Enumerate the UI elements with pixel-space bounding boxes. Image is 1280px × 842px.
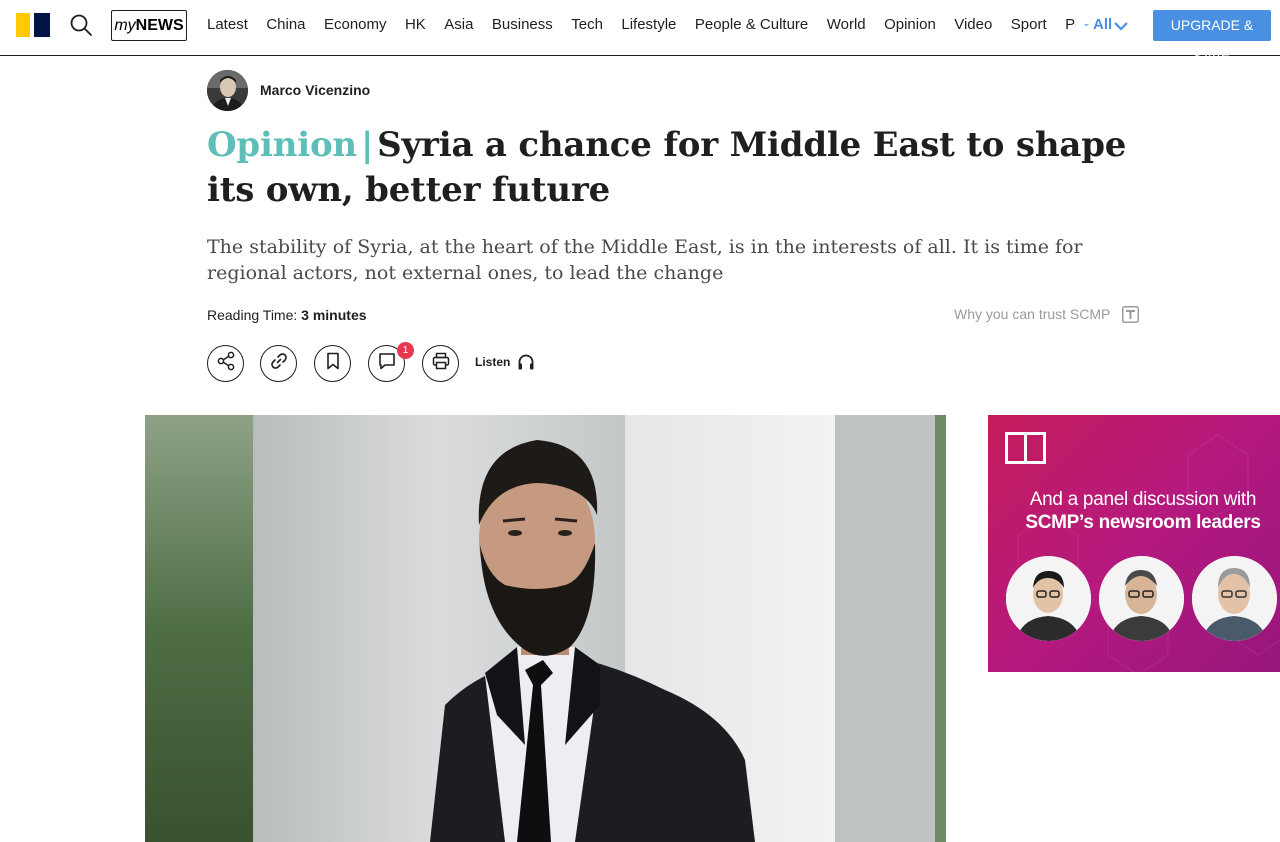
scmp-logo[interactable] (16, 13, 50, 37)
ad-speaker-photo (1006, 556, 1091, 641)
search-icon[interactable] (69, 13, 93, 37)
nav-item-latest[interactable]: Latest (207, 0, 248, 50)
author-name[interactable]: Marco Vicenzino (260, 82, 370, 98)
nav-item-business[interactable]: Business (492, 0, 553, 50)
share-button[interactable] (207, 345, 244, 382)
reading-time: Reading Time: 3 minutes (207, 307, 367, 323)
share-icon (216, 351, 236, 376)
reading-time-value: 3 minutes (301, 307, 367, 323)
print-button[interactable] (422, 345, 459, 382)
nav-item-asia[interactable]: Asia (444, 0, 473, 50)
article-standfirst: The stability of Syria, at the heart of … (207, 236, 1083, 284)
all-menu-button[interactable]: - All (1084, 0, 1128, 50)
reading-time-label: Reading Time: (207, 307, 298, 323)
logo-yellow-block (16, 13, 30, 37)
headphones-icon[interactable] (516, 352, 536, 372)
mynews-suffix: NEWS (135, 17, 184, 34)
ad-headline-line1: And a panel discussion with (1029, 489, 1257, 510)
nav-item-hk[interactable]: HK (405, 0, 426, 50)
trust-link[interactable]: Why you can trust SCMP (954, 306, 1110, 322)
nav-item-sport[interactable]: Sport (1011, 0, 1047, 50)
bookmark-icon (323, 351, 343, 376)
trust-icon[interactable] (1122, 306, 1139, 323)
nav-item-lifestyle[interactable]: Lifestyle (621, 0, 676, 50)
chevron-down-icon (1112, 16, 1128, 33)
ad-speaker-photo (1192, 556, 1277, 641)
ad-speaker-photo (1099, 556, 1184, 641)
print-icon (431, 351, 451, 376)
main-nav: Latest China Economy HK Asia Business Te… (200, 0, 1076, 50)
all-menu-label: All (1093, 16, 1113, 33)
author-avatar[interactable] (207, 70, 248, 111)
mynews-button[interactable]: myNEWS (111, 10, 187, 41)
article-hero-image[interactable] (145, 415, 946, 842)
listen-button[interactable]: Listen (475, 352, 510, 372)
section-label[interactable]: Opinion (207, 125, 357, 165)
section-divider: | (360, 125, 374, 165)
upgrade-button[interactable]: UPGRADE & SAVE (1153, 10, 1271, 64)
comment-icon (377, 351, 397, 376)
nav-item-tech[interactable]: Tech (571, 0, 603, 50)
nav-item-economy[interactable]: Economy (324, 0, 387, 50)
link-icon (269, 351, 289, 376)
all-menu-dash: - (1084, 16, 1089, 33)
ad-logo-icon (1005, 432, 1046, 464)
copy-link-button[interactable] (260, 345, 297, 382)
article-headline: Opinion | Syria a chance for Middle East t… (207, 123, 1157, 213)
bookmark-button[interactable] (314, 345, 351, 382)
logo-navy-block (34, 13, 50, 37)
comment-count-badge: 1 (397, 342, 414, 359)
advertisement-banner[interactable]: And a panel discussion with SCMP’s newsr… (988, 415, 1280, 672)
nav-item-world[interactable]: World (827, 0, 866, 50)
mynews-prefix: my (114, 17, 136, 34)
nav-item-postmag[interactable]: PostMag (1065, 0, 1076, 50)
ad-headline-line2: SCMP’s newsroom leaders (1025, 512, 1261, 533)
nav-item-people-culture[interactable]: People & Culture (695, 0, 808, 50)
top-navigation-bar: myNEWS Latest China Economy HK Asia Busi… (0, 0, 1280, 64)
nav-item-video[interactable]: Video (954, 0, 992, 50)
nav-item-opinion[interactable]: Opinion (884, 0, 936, 50)
nav-item-china[interactable]: China (266, 0, 305, 50)
